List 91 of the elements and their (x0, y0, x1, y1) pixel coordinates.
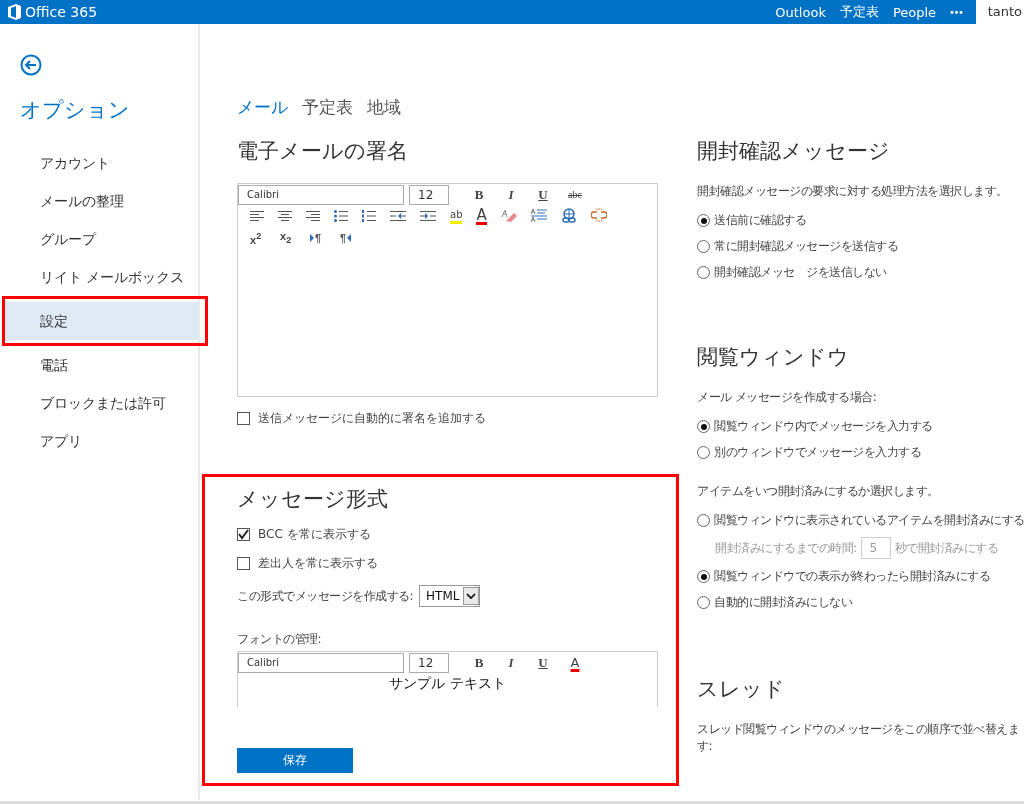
font-color-button[interactable]: A (476, 207, 487, 225)
checkbox-label: 送信メッセージに自動的に署名を追加する (258, 409, 486, 427)
radio-label: 開封確認メッセ ジを送信しない (714, 264, 887, 281)
section-heading: メッセージ形式 (237, 486, 389, 513)
radio-button[interactable] (697, 514, 710, 527)
office-logo-icon (8, 4, 21, 20)
field-label: フォントの管理: (237, 631, 323, 648)
indent-icon[interactable] (420, 211, 436, 221)
radio-label: 常に開封確認メッセージを送信する (714, 238, 898, 255)
tab[interactable]: メール (237, 96, 288, 119)
section-heading: スレッド (697, 676, 786, 703)
section-heading: 開封確認メッセージ (697, 138, 891, 165)
rtl-button[interactable]: ¶ (340, 232, 358, 244)
radio-label: 閲覧ウィンドウに表示されているアイテムを開封済みにする (714, 512, 1024, 529)
bulleted-list-icon[interactable] (334, 210, 348, 222)
nav-link[interactable]: Outlook (775, 4, 826, 20)
sidebar-item[interactable]: リイト メールボックス (0, 258, 198, 296)
subscript-button[interactable]: x$_{2}$ (280, 230, 298, 246)
text-style-icon[interactable] (530, 209, 547, 223)
checkbox[interactable] (237, 527, 250, 541)
font-preview-editor[interactable]: Calibri 12 B I U A サンプル テキスト (237, 651, 658, 707)
more-button[interactable]: ••• (950, 6, 964, 18)
radio-button[interactable] (697, 266, 710, 279)
format-button[interactable]: A (559, 655, 591, 670)
tab[interactable]: 地域 (367, 96, 401, 119)
highlight-color-button[interactable]: ab (450, 208, 463, 224)
numbered-list-icon[interactable] (362, 210, 376, 222)
align-center-icon[interactable] (278, 211, 292, 221)
sidebar-item[interactable]: アプリ (0, 422, 198, 460)
section-description: 開封確認メッセージの要求に対する処理方法を選択します。 (697, 183, 1009, 200)
tab[interactable]: 予定表 (302, 96, 353, 119)
radio-button[interactable] (697, 446, 710, 459)
signature-editor[interactable]: Calibri 12 B I U abc ab A x$^{2}$ x$_{2}$ ¶ ¶ (237, 183, 658, 397)
save-button[interactable]: 保存 (237, 748, 353, 773)
font-field[interactable]: Calibri (238, 653, 404, 673)
sample-text: サンプル テキスト (388, 675, 507, 693)
delay-suffix: 秒で開封済みにする (894, 539, 999, 557)
checkbox-label: 差出人を常に表示する (258, 554, 378, 572)
sidebar-item[interactable]: 設定 (5, 302, 199, 340)
radio-label: 閲覧ウィンドウ内でメッセージを入力する (714, 418, 933, 435)
delay-label: 開封済みにするまでの時間: (715, 539, 857, 557)
font-size-field[interactable]: 12 (409, 652, 449, 673)
back-icon[interactable] (20, 54, 42, 76)
options-title: オプション (20, 97, 131, 124)
sidebar-item[interactable]: ブロックまたは許可 (0, 384, 198, 422)
checkbox[interactable] (237, 411, 250, 425)
unlink-icon[interactable] (590, 208, 607, 224)
link-icon[interactable] (560, 208, 577, 224)
user-name[interactable]: tanto (975, 0, 1024, 24)
checkbox-label: BCC を常に表示する (258, 525, 371, 543)
nav-link[interactable]: People (892, 4, 937, 20)
sidebar-item[interactable]: 電話 (0, 346, 198, 384)
checkbox[interactable] (237, 556, 250, 570)
radio-button[interactable] (697, 420, 710, 433)
ltr-button[interactable]: ¶ (310, 232, 328, 244)
radio-button[interactable] (697, 214, 710, 227)
superscript-button[interactable]: x$^{2}$ (250, 230, 268, 246)
section-description: メール メッセージを作成する場合: (697, 389, 878, 406)
app-title: Office 365 (25, 4, 98, 20)
section-description: アイテムをいつ開封済みにするか選択します。 (697, 483, 940, 500)
sidebar-item[interactable]: グループ (0, 220, 198, 258)
section-heading: 閲覧ウィンドウ (697, 344, 850, 371)
format-button[interactable]: U (527, 186, 559, 203)
format-button[interactable]: abc (559, 189, 591, 200)
field-label: この形式でメッセージを作成する: (237, 587, 414, 605)
sidebar-item[interactable]: アカウント (0, 144, 198, 182)
format-button[interactable]: B (463, 186, 495, 203)
font-size-field[interactable]: 12 (409, 184, 449, 205)
format-button[interactable]: B (463, 654, 495, 671)
sidebar-item[interactable]: メールの整理 (0, 182, 198, 220)
format-dropdown[interactable]: HTML (419, 585, 481, 607)
font-field[interactable]: Calibri (238, 185, 404, 205)
radio-button[interactable] (697, 596, 710, 609)
radio-label: 閲覧ウィンドウでの表示が終わったら開封済みにする (714, 568, 990, 585)
triangle-icon (310, 234, 314, 242)
radio-label: 自動的に開封済みにしない (714, 594, 852, 611)
align-right-icon[interactable] (306, 211, 320, 221)
radio-label: 別のウィンドウでメッセージを入力する (714, 444, 921, 461)
format-button[interactable]: I (495, 654, 527, 671)
radio-button[interactable] (697, 570, 710, 583)
eraser-icon[interactable] (500, 209, 517, 223)
section-description: スレッド閲覧ウィンドウのメッセージをこの順序で並べ替えます: (697, 721, 1020, 755)
nav-link[interactable]: 予定表 (839, 3, 879, 21)
format-button[interactable]: I (495, 186, 527, 203)
section-heading: 電子メールの署名 (237, 138, 409, 165)
radio-label: 送信前に確認する (714, 212, 806, 229)
outdent-icon[interactable] (390, 211, 406, 221)
triangle-icon (347, 234, 352, 242)
radio-button[interactable] (697, 240, 710, 253)
format-button[interactable]: U (527, 654, 559, 671)
align-left-icon[interactable] (250, 211, 264, 221)
